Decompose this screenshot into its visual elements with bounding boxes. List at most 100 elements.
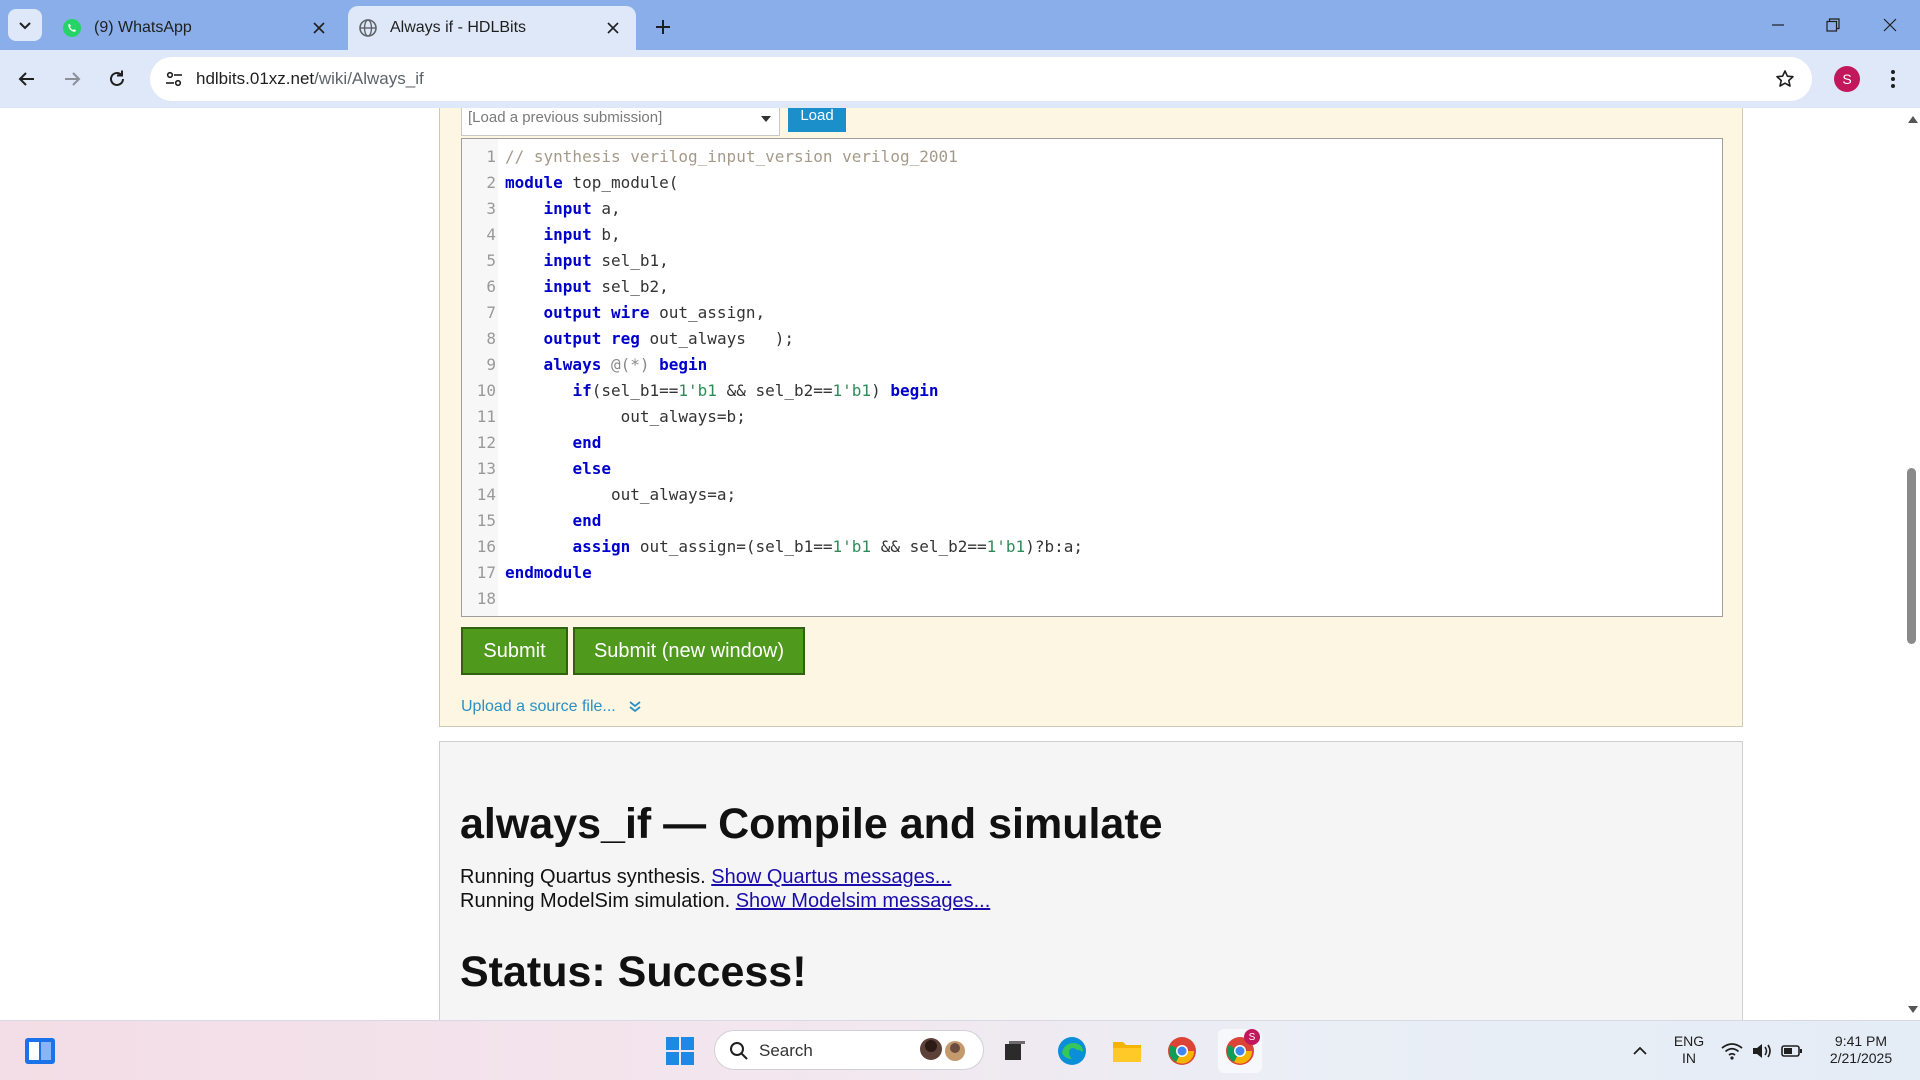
show-modelsim-messages-link[interactable]: Show Modelsim messages... bbox=[736, 890, 991, 912]
chrome-profile-active-icon[interactable]: S bbox=[1218, 1029, 1262, 1073]
windows-taskbar: Search S ENG IN 9:41 PM 2/21/2025 bbox=[0, 1020, 1920, 1080]
double-chevron-down-icon bbox=[629, 701, 641, 713]
scroll-up-arrow-icon[interactable] bbox=[1908, 116, 1918, 123]
tab-title: Always if - HDLBits bbox=[390, 19, 527, 36]
line-number: 6 bbox=[486, 277, 496, 296]
browser-toolbar: hdlbits.01xz.net/wiki/Always_if S bbox=[0, 50, 1920, 108]
line-number: 5 bbox=[486, 251, 496, 270]
code-line: 17 endmodule bbox=[462, 560, 1722, 586]
tab-search-menu-button[interactable] bbox=[8, 9, 42, 41]
tab-title: (9) WhatsApp bbox=[94, 19, 192, 36]
url-text[interactable]: hdlbits.01xz.net/wiki/Always_if bbox=[196, 69, 424, 89]
line-number: 14 bbox=[476, 485, 496, 504]
code-line: 11 out_always=b; bbox=[462, 404, 1722, 430]
system-tray-icons[interactable] bbox=[1714, 1031, 1810, 1071]
show-quartus-messages-link[interactable]: Show Quartus messages... bbox=[711, 866, 951, 888]
tab-whatsapp[interactable]: (9) WhatsApp bbox=[52, 6, 342, 50]
arrow-left-icon bbox=[18, 72, 34, 86]
reload-icon bbox=[110, 70, 124, 86]
chrome-icon[interactable] bbox=[1162, 1031, 1202, 1071]
code-line: 6 input sel_b2, bbox=[462, 274, 1722, 300]
search-highlight-illustration-icon bbox=[920, 1038, 965, 1061]
line-number: 9 bbox=[486, 355, 496, 374]
line-number: 10 bbox=[476, 381, 496, 400]
code-line: 2 module top_module( bbox=[462, 170, 1722, 196]
taskbar-search-box[interactable]: Search bbox=[714, 1030, 984, 1070]
line-number: 15 bbox=[476, 511, 496, 530]
scroll-down-arrow-icon[interactable] bbox=[1908, 1006, 1918, 1013]
plus-icon bbox=[656, 20, 670, 34]
load-select-value: [Load a previous submission] bbox=[468, 109, 663, 126]
edge-browser-icon[interactable] bbox=[1052, 1031, 1092, 1071]
reload-button[interactable] bbox=[99, 61, 135, 97]
search-icon bbox=[730, 1042, 748, 1060]
close-icon[interactable] bbox=[600, 15, 626, 41]
code-line: 15 end bbox=[462, 508, 1722, 534]
chevron-down-icon bbox=[19, 22, 31, 30]
arrow-right-icon bbox=[65, 72, 81, 86]
battery-icon bbox=[1781, 1045, 1802, 1057]
windows-logo-icon bbox=[666, 1037, 694, 1065]
quartus-status-text: Running Quartus synthesis. bbox=[460, 866, 706, 888]
back-button[interactable] bbox=[9, 61, 45, 97]
wifi-icon bbox=[1721, 1043, 1743, 1060]
minimize-button[interactable] bbox=[1758, 10, 1798, 40]
submit-new-window-button[interactable]: Submit (new window) bbox=[573, 627, 805, 675]
widgets-icon[interactable] bbox=[20, 1031, 60, 1071]
clock-date: 2/21/2025 bbox=[1829, 1050, 1893, 1066]
line-number: 1 bbox=[486, 147, 496, 166]
more-options-icon[interactable] bbox=[1880, 64, 1906, 94]
code-line: 3 input a, bbox=[462, 196, 1722, 222]
close-icon[interactable] bbox=[306, 15, 332, 41]
address-bar[interactable]: hdlbits.01xz.net/wiki/Always_if bbox=[150, 57, 1812, 101]
upload-source-link[interactable]: Upload a source file... bbox=[461, 698, 642, 716]
line-number: 8 bbox=[486, 329, 496, 348]
dropdown-caret-icon bbox=[761, 116, 771, 122]
file-explorer-icon[interactable] bbox=[1107, 1031, 1147, 1071]
line-number: 3 bbox=[486, 199, 496, 218]
site-info-icon[interactable] bbox=[160, 65, 188, 93]
result-title: always_if — Compile and simulate bbox=[460, 800, 1163, 848]
load-submission-select[interactable]: [Load a previous submission] bbox=[461, 108, 780, 136]
code-line: 10 if(sel_b1==1'b1 && sel_b2==1'b1) begi… bbox=[462, 378, 1722, 404]
line-number: 7 bbox=[486, 303, 496, 322]
page-scrollbar[interactable] bbox=[1904, 108, 1920, 1020]
profile-avatar[interactable]: S bbox=[1834, 66, 1860, 92]
close-window-button[interactable] bbox=[1870, 10, 1910, 40]
url-host: hdlbits.01xz.net bbox=[196, 69, 315, 88]
code-editor[interactable]: 1// synthesis verilog_input_version veri… bbox=[461, 138, 1723, 617]
line-number: 4 bbox=[486, 225, 496, 244]
url-path: /wiki/Always_if bbox=[314, 69, 424, 88]
forward-button[interactable] bbox=[54, 61, 90, 97]
globe-icon bbox=[359, 19, 377, 37]
compile-result-panel: always_if — Compile and simulate Running… bbox=[439, 741, 1743, 1020]
line-number: 18 bbox=[476, 589, 496, 608]
restore-icon bbox=[1826, 18, 1840, 32]
scrollbar-thumb[interactable] bbox=[1907, 468, 1916, 644]
line-number: 16 bbox=[476, 537, 496, 556]
clock[interactable]: 9:41 PM 2/21/2025 bbox=[1818, 1033, 1904, 1067]
start-button[interactable] bbox=[660, 1031, 700, 1071]
submit-button[interactable]: Submit bbox=[461, 627, 568, 675]
code-line: 16 assign out_assign=(sel_b1==1'b1 && se… bbox=[462, 534, 1722, 560]
whatsapp-icon bbox=[63, 19, 81, 37]
code-line: 7 output wire out_assign, bbox=[462, 300, 1722, 326]
restore-button[interactable] bbox=[1813, 10, 1853, 40]
load-button[interactable]: Load bbox=[788, 108, 846, 132]
line-number: 2 bbox=[486, 173, 496, 192]
new-tab-button[interactable] bbox=[648, 12, 678, 42]
tab-hdlbits[interactable]: Always if - HDLBits bbox=[348, 6, 636, 50]
task-view-icon[interactable] bbox=[995, 1031, 1035, 1071]
chevron-up-icon[interactable] bbox=[1620, 1031, 1660, 1071]
line-number: 12 bbox=[476, 433, 496, 452]
code-line: 1// synthesis verilog_input_version veri… bbox=[462, 144, 1722, 170]
bookmark-star-icon[interactable] bbox=[1772, 66, 1798, 92]
code-line: 18 bbox=[462, 586, 1722, 612]
line-number: 11 bbox=[476, 407, 496, 426]
page-viewport: [Load a previous submission] Load 1// sy… bbox=[0, 108, 1904, 1020]
upload-label: Upload a source file... bbox=[461, 698, 616, 715]
language-code: ENG bbox=[1673, 1033, 1705, 1049]
language-indicator[interactable]: ENG IN bbox=[1672, 1033, 1706, 1067]
code-line: 14 out_always=a; bbox=[462, 482, 1722, 508]
line-number: 17 bbox=[476, 563, 496, 582]
